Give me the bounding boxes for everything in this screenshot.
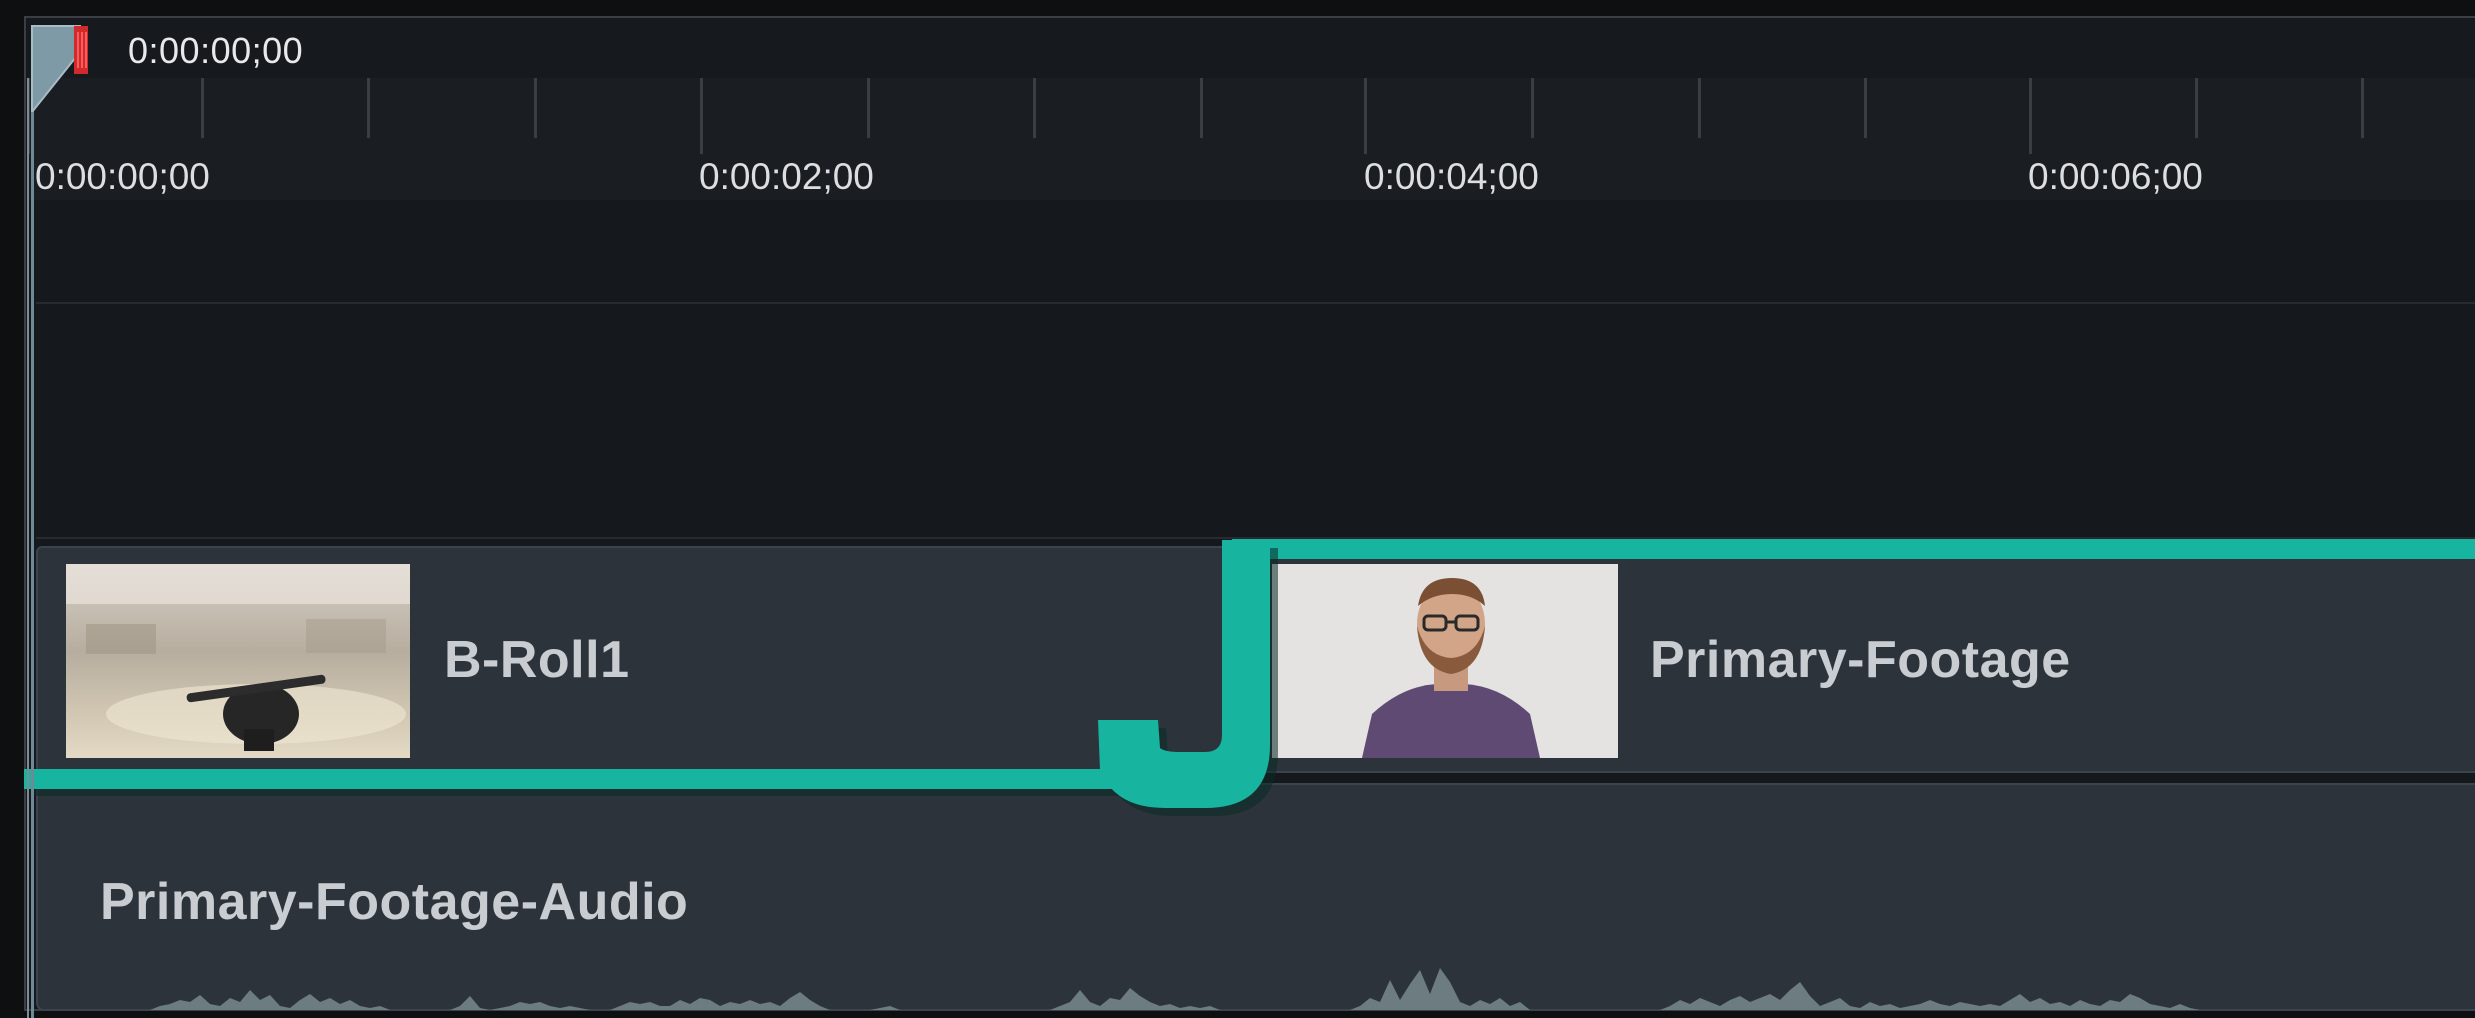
ruler-label: 0:00:00;00 <box>35 156 210 197</box>
ruler-label: 0:00:06;00 <box>2028 156 2203 197</box>
ruler-tick <box>1531 78 1534 138</box>
playhead-time-readout: 0:00:00;00 <box>128 30 304 71</box>
ruler-tick <box>867 78 870 138</box>
ruler-tick <box>1698 78 1701 138</box>
ruler-tick <box>2029 78 2032 154</box>
ruler-tick <box>201 78 204 138</box>
ruler-tick <box>1864 78 1867 138</box>
ruler-tick <box>2195 78 2198 138</box>
ruler-tick <box>1364 78 1367 154</box>
man-on-camera-thumbnail <box>1272 564 1618 758</box>
b-roll-desk-thumbnail <box>66 564 410 758</box>
b-roll-thumbnail-image <box>66 564 410 758</box>
empty-track[interactable] <box>36 302 2475 539</box>
ruler-tick <box>1200 78 1203 138</box>
playhead-line <box>31 100 34 1018</box>
audio-waveform <box>150 968 2360 1010</box>
audio-clip-label: Primary-Footage-Audio <box>100 873 689 931</box>
ruler-tick <box>534 78 537 138</box>
ruler-tick <box>1033 78 1036 138</box>
b-roll-clip-label: B-Roll1 <box>444 631 630 689</box>
ruler-tick <box>700 78 703 154</box>
primary-footage-thumbnail-image <box>1272 564 1618 758</box>
timeline-left-edge <box>27 78 29 1018</box>
playhead-time-bar <box>27 18 2475 78</box>
playhead-icon[interactable] <box>30 22 88 112</box>
timeline-editor: 0:00:00;00 0:00:00;00 0:00:02;00 0:00:04… <box>0 0 2475 1018</box>
ruler-tick <box>367 78 370 138</box>
primary-footage-clip-label: Primary-Footage <box>1650 631 2071 689</box>
time-ruler[interactable]: 0:00:00;00 0:00:02;00 0:00:04;00 0:00:06… <box>27 78 2475 200</box>
ruler-label: 0:00:04;00 <box>1364 156 1539 197</box>
ruler-tick <box>2361 78 2364 138</box>
ruler-label: 0:00:02;00 <box>699 156 874 197</box>
